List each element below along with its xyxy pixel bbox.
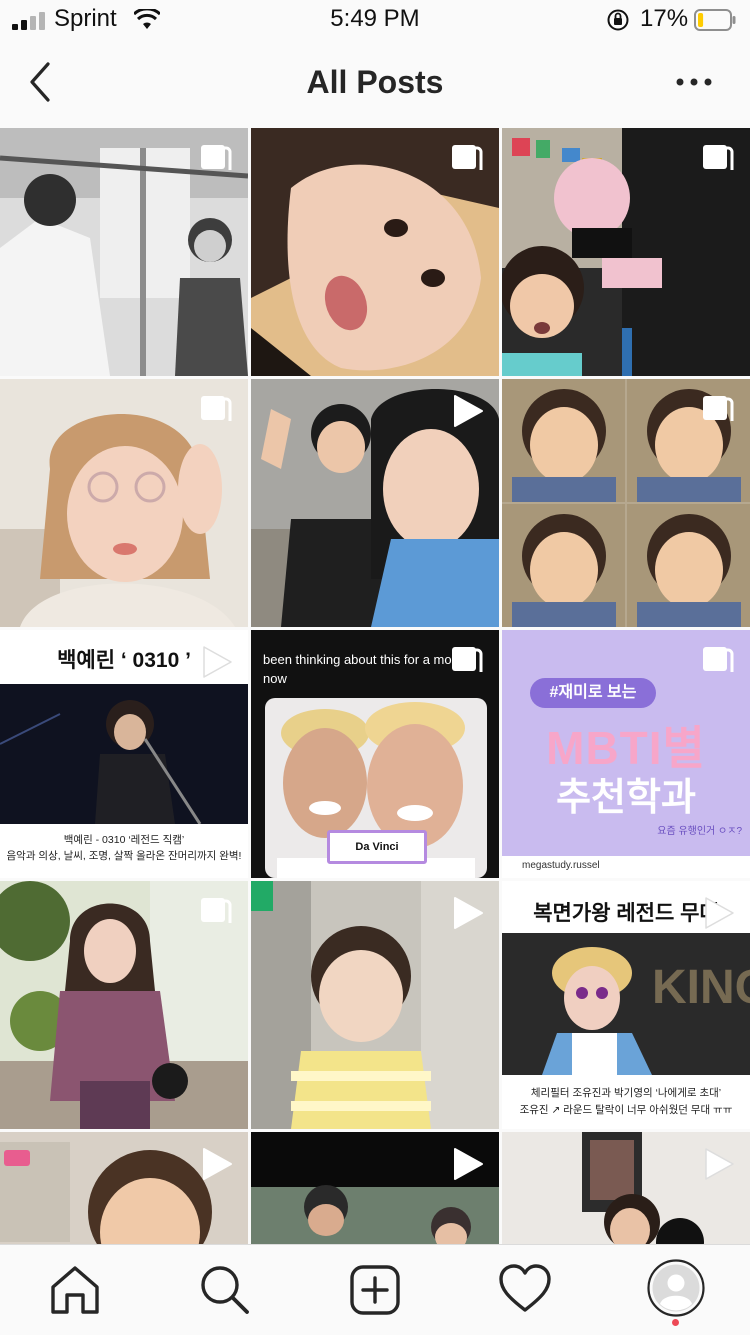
battery-percent: 17% [640, 5, 689, 32]
carousel-icon [201, 898, 232, 923]
post-small-text: 요즘 유행인거 ㅇㅈ? [657, 826, 742, 837]
posts-grid: 백예린 ‘ 0310 ’ 백예린 - 0310 ‘레전드 직캠’ 음악과 의상,… [0, 128, 750, 1244]
post-tile[interactable]: #재미로 보는 MBTI별 추천학과 요즘 유행인거 ㅇㅈ? megastudy… [502, 630, 750, 878]
page-title: All Posts [306, 64, 444, 100]
post-tile[interactable] [502, 379, 750, 627]
search-icon[interactable] [198, 1263, 252, 1317]
more-options-button[interactable] [672, 70, 716, 94]
post-caption-line-2: 조유진 ↗ 라운드 탈락이 너무 아쉬웠던 무대 ㅠㅠ [519, 1104, 733, 1116]
post-caption-line-2: 음악과 의상, 날씨, 조명, 살짝 올라온 잔머리까지 완벽! [6, 850, 242, 862]
video-play-icon [454, 395, 483, 427]
video-play-icon [203, 1148, 232, 1180]
carousel-icon [703, 647, 734, 672]
post-tile[interactable]: 백예린 ‘ 0310 ’ 백예린 - 0310 ‘레전드 직캠’ 음악과 의상,… [0, 630, 248, 878]
post-tile[interactable] [251, 881, 499, 1129]
post-tile[interactable]: been thinking about this for a mo... now… [251, 630, 499, 878]
heart-icon[interactable] [498, 1263, 552, 1317]
carousel-icon [201, 396, 232, 421]
post-tile[interactable] [0, 1132, 248, 1244]
post-overlay-text: been thinking about this for a mo... now [263, 652, 463, 686]
post-pill: #재미로 보는 [530, 678, 656, 708]
post-tile[interactable] [251, 379, 499, 627]
account-strip: megastudy.russel [502, 856, 750, 878]
video-play-icon [454, 897, 483, 929]
battery-icon [694, 9, 736, 31]
status-time: 5:49 PM [330, 5, 420, 32]
bottom-tab-bar [0, 1244, 750, 1335]
video-play-icon [203, 646, 232, 678]
home-icon[interactable] [48, 1263, 102, 1317]
post-caption-line-1: 체리필터 조유진과 박기영의 ‘나에게로 초대’ [530, 1087, 722, 1099]
post-caption-line-1: 백예린 - 0310 ‘레전드 직캠’ [63, 834, 185, 846]
account-name: megastudy.russel [522, 860, 600, 871]
rotation-lock-icon [607, 9, 629, 31]
post-tile[interactable] [251, 128, 499, 376]
carousel-icon [452, 647, 483, 672]
status-bar: Sprint 5:49 PM 17% [0, 0, 750, 40]
post-big-line-2: 추천학과 [556, 777, 696, 819]
post-tile[interactable] [502, 1132, 750, 1244]
carousel-icon [703, 396, 734, 421]
video-play-icon [454, 1148, 483, 1180]
plus-square-icon[interactable] [348, 1263, 402, 1317]
carousel-icon [452, 145, 483, 170]
post-thumbnail: KING OF [502, 933, 750, 1075]
header-bar: All Posts [0, 40, 750, 128]
stage-background-text: KING OF [652, 961, 750, 1014]
notification-dot [672, 1319, 679, 1326]
post-tile[interactable] [0, 379, 248, 627]
filter-label: Da Vinci [355, 841, 399, 853]
video-play-icon [705, 1148, 734, 1180]
post-tile[interactable] [0, 128, 248, 376]
carousel-icon [201, 145, 232, 170]
post-tile[interactable] [502, 128, 750, 376]
profile-avatar-icon[interactable] [647, 1259, 705, 1317]
post-tile[interactable]: 복면가왕 레전드 무대 KING OF 체리필터 조유진과 박기영의 ‘나에게로… [502, 881, 750, 1129]
carousel-icon [703, 145, 734, 170]
filter-label-box: Da Vinci [327, 830, 427, 864]
video-play-icon [705, 897, 734, 929]
post-tile[interactable] [0, 881, 248, 1129]
post-thumbnail [0, 684, 248, 824]
post-tile[interactable] [251, 1132, 499, 1244]
